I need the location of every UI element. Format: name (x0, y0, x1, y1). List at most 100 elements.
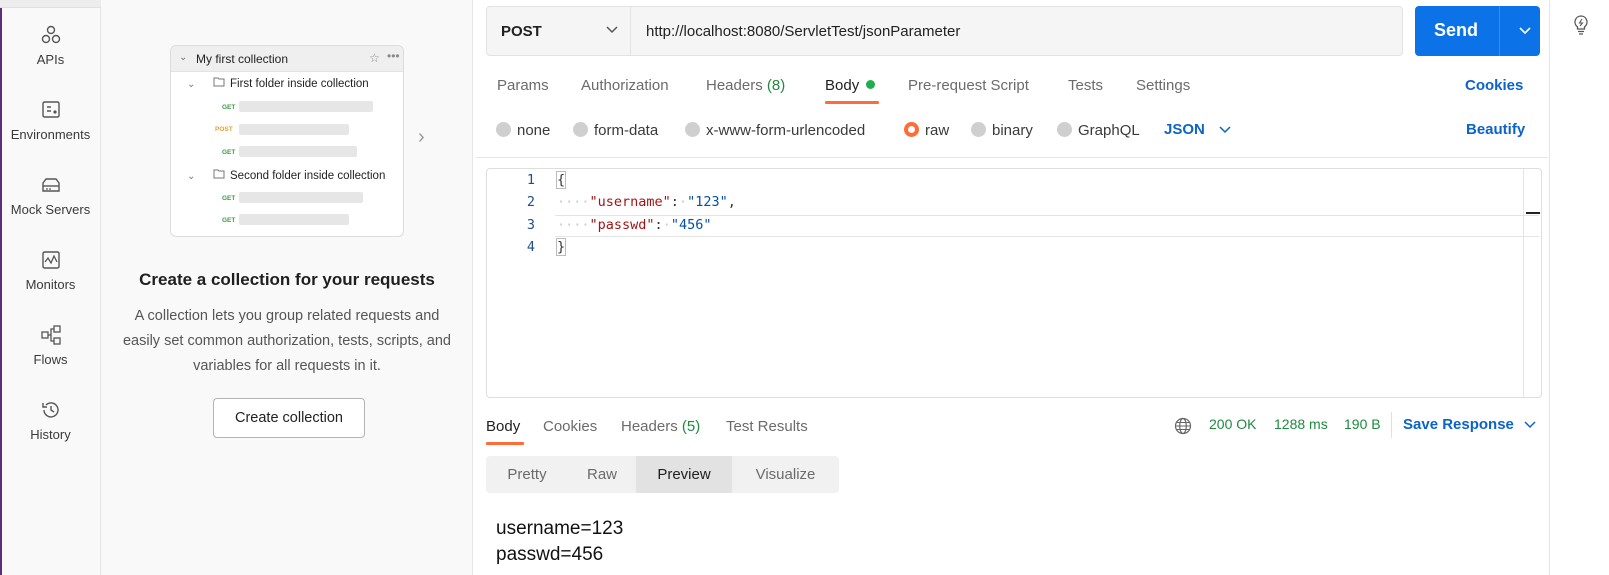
view-visualize[interactable]: Visualize (732, 456, 839, 493)
radio-circle (1057, 122, 1072, 137)
sidebar-item-monitors[interactable]: Monitors (0, 249, 101, 292)
chevron-right-icon[interactable]: › (418, 126, 425, 149)
indent-guide: ···· (557, 194, 590, 210)
request-url-bar: POST http://localhost:8080/ServletTest/j… (486, 6, 1403, 56)
tab-authorization[interactable]: Authorization (581, 77, 669, 94)
response-view-switcher: Pretty Raw Preview Visualize (486, 456, 839, 493)
view-raw[interactable]: Raw (568, 456, 636, 493)
response-preview: username=123 passwd=456 (496, 516, 623, 568)
globe-icon[interactable] (1174, 417, 1192, 440)
line-number: 3 (526, 217, 535, 233)
brace: } (555, 238, 567, 256)
scroll-marker (1526, 212, 1540, 214)
active-tab-underline (486, 442, 524, 445)
lightbulb-icon[interactable] (1571, 14, 1591, 41)
method-label: GET (222, 217, 236, 224)
view-pretty[interactable]: Pretty (486, 456, 568, 493)
json-key: "username" (589, 194, 671, 210)
send-button[interactable]: Send (1415, 6, 1540, 56)
space-marker: · (662, 217, 671, 233)
chevron-down-icon[interactable] (1519, 27, 1531, 35)
response-tab-headers[interactable]: Headers (5) (621, 418, 700, 435)
sidebar-item-label: Environments (10, 127, 91, 142)
save-response-label: Save Response (1403, 416, 1514, 433)
indent-guide: ···· (557, 217, 590, 233)
radio-circle-selected (904, 122, 919, 137)
folder-icon (213, 168, 225, 182)
sidebar-item-apis[interactable]: APIs (0, 24, 101, 67)
view-preview[interactable]: Preview (636, 456, 732, 493)
divider (476, 157, 1548, 158)
editor-scrollbar[interactable] (1523, 169, 1541, 397)
response-tab-test-results[interactable]: Test Results (726, 418, 808, 435)
folder-icon (213, 76, 225, 90)
radio-urlencoded[interactable]: x-www-form-urlencoded (685, 122, 865, 139)
tab-settings[interactable]: Settings (1136, 77, 1190, 94)
empty-state-title: Create a collection for your requests (139, 270, 435, 289)
radio-circle (496, 122, 511, 137)
left-sidebar: APIs Environments Mock Servers Monitors … (0, 0, 101, 575)
radio-label: x-www-form-urlencoded (706, 122, 866, 139)
radio-raw[interactable]: raw (904, 122, 949, 139)
url-input[interactable]: http://localhost:8080/ServletTest/jsonPa… (646, 23, 960, 40)
response-tab-body[interactable]: Body (486, 418, 520, 435)
radio-binary[interactable]: binary (971, 122, 1033, 139)
active-tab-underline (825, 101, 879, 104)
right-sidebar (1549, 0, 1609, 575)
sidebar-item-history[interactable]: History (0, 399, 101, 442)
tab-headers-label: Headers (706, 77, 763, 94)
chevron-down-icon (606, 26, 618, 34)
response-status[interactable]: 200 OK (1209, 416, 1256, 432)
create-collection-button[interactable]: Create collection (213, 398, 365, 438)
tab-tests[interactable]: Tests (1068, 77, 1103, 94)
radio-label: none (517, 122, 551, 139)
radio-label: form-data (594, 122, 659, 139)
save-response-button[interactable]: Save Response (1403, 416, 1536, 433)
tab-pre-request-script[interactable]: Pre-request Script (908, 77, 1029, 94)
placeholder-bar (239, 146, 357, 157)
cookies-link[interactable]: Cookies (1465, 77, 1523, 94)
code-line: } (555, 238, 567, 256)
history-icon (41, 402, 59, 418)
tab-params[interactable]: Params (497, 77, 549, 94)
tab-body[interactable]: Body (825, 77, 876, 94)
chevron-down-icon (1219, 126, 1231, 134)
method-select[interactable]: POST (487, 7, 631, 55)
format-select[interactable]: JSON (1164, 121, 1231, 138)
sidebar-item-flows[interactable]: Flows (0, 324, 101, 367)
collection-illustration: ⌄ My first collection ☆ ••• ⌄ First fold… (170, 45, 404, 237)
request-body-editor[interactable]: 1 2 3 4 { ····"username":·"123", ····"pa… (486, 168, 1542, 398)
mock-servers-icon (41, 178, 60, 192)
radio-form-data[interactable]: form-data (573, 122, 658, 139)
response-size[interactable]: 190 B (1344, 416, 1381, 432)
line-number: 4 (526, 239, 535, 255)
sidebar-item-environments[interactable]: Environments (0, 99, 101, 142)
sidebar-item-label: History (30, 427, 71, 442)
radio-label: binary (992, 122, 1033, 139)
line-number: 2 (526, 194, 535, 210)
sidebar-item-mock-servers[interactable]: Mock Servers (0, 174, 101, 217)
radio-circle (685, 122, 700, 137)
sidebar-top-item[interactable] (0, 0, 101, 8)
collections-panel: ⌄ My first collection ☆ ••• ⌄ First fold… (101, 0, 473, 575)
flows-icon (40, 325, 61, 345)
send-label: Send (1433, 20, 1478, 40)
star-icon: ☆ (369, 51, 380, 65)
apis-icon (41, 25, 60, 44)
environments-icon (41, 101, 60, 118)
sidebar-item-label: APIs (36, 52, 65, 67)
radio-none[interactable]: none (496, 122, 550, 139)
radio-graphql[interactable]: GraphQL (1057, 122, 1140, 139)
code-line: { (555, 171, 567, 189)
json-value: "123" (687, 194, 728, 210)
beautify-link[interactable]: Beautify (1466, 121, 1525, 138)
method-label: GET (222, 195, 236, 202)
placeholder-bar (239, 214, 349, 225)
format-value: JSON (1164, 121, 1205, 138)
chevron-down-icon: ⌄ (187, 79, 196, 90)
sidebar-item-label: Mock Servers (10, 202, 91, 217)
tab-headers[interactable]: Headers (8) (706, 77, 785, 94)
response-time[interactable]: 1288 ms (1274, 416, 1328, 432)
response-tab-cookies[interactable]: Cookies (543, 418, 597, 435)
more-icon: ••• (387, 49, 400, 63)
